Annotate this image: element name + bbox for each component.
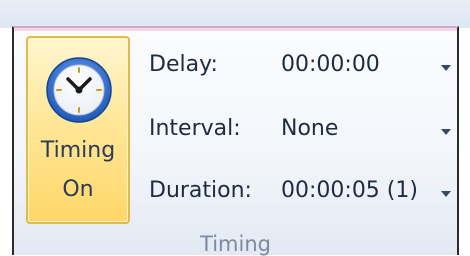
clock-icon xyxy=(45,56,113,124)
delay-label: Delay: xyxy=(149,52,218,77)
timing-button-label-line2: On xyxy=(62,177,94,202)
chevron-down-icon[interactable] xyxy=(441,65,451,71)
duration-row: Duration: 00:00:05 (1) xyxy=(149,178,469,212)
chevron-down-icon[interactable] xyxy=(441,191,451,197)
interval-label: Interval: xyxy=(149,116,241,141)
window-top-strip xyxy=(0,0,470,28)
delay-dropdown[interactable]: 00:00:00 xyxy=(281,52,380,77)
duration-dropdown[interactable]: 00:00:05 (1) xyxy=(281,178,418,203)
interval-dropdown[interactable]: None xyxy=(281,116,338,141)
group-title: Timing xyxy=(200,232,271,256)
delay-row: Delay: 00:00:00 xyxy=(149,52,469,86)
duration-label: Duration: xyxy=(149,178,252,203)
chevron-down-icon[interactable] xyxy=(441,129,451,135)
timing-on-button[interactable]: Timing On xyxy=(26,36,130,224)
interval-row: Interval: None xyxy=(149,116,469,150)
timing-button-label-line1: Timing xyxy=(40,138,116,163)
timing-ribbon-group: Timing On Delay: 00:00:00 Interval: None… xyxy=(12,26,459,256)
